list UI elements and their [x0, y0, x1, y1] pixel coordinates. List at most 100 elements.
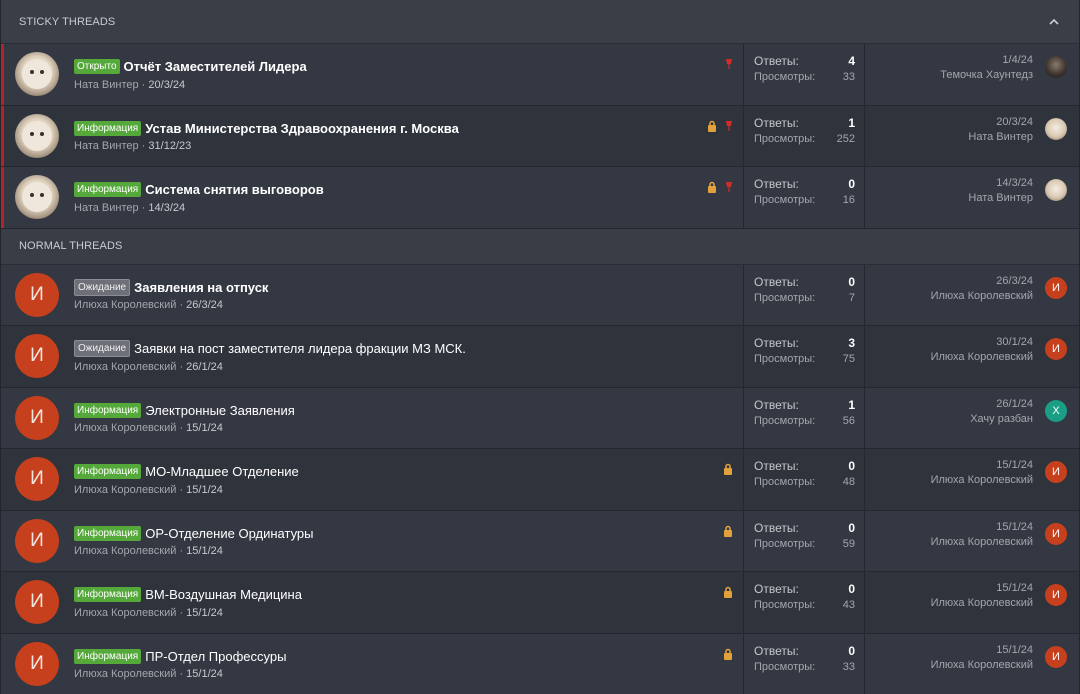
thread-row[interactable]: И Информация ПР-Отдел Профессуры Илюха Коро… [1, 633, 1079, 694]
thread-start-date[interactable]: 15/1/24 [186, 545, 223, 557]
last-poster-avatar[interactable] [1045, 56, 1067, 78]
thread-author-link[interactable]: Илюха Королевский [74, 422, 176, 434]
author-avatar[interactable]: И [15, 334, 59, 379]
thread-start-date[interactable]: 15/1/24 [186, 668, 223, 680]
thread-start-date[interactable]: 20/3/24 [148, 79, 185, 91]
last-poster-avatar[interactable] [1045, 179, 1067, 201]
thread-title-link[interactable]: Заявления на отпуск [134, 280, 268, 295]
thread-start-date[interactable]: 26/1/24 [186, 361, 223, 373]
author-avatar[interactable]: И [15, 395, 59, 440]
thread-main: Информация Система снятия выговоров Ната В… [1, 167, 744, 228]
thread-prefix-label[interactable]: Ожидание [74, 278, 131, 296]
thread-title-link[interactable]: Система снятия выговоров [145, 182, 323, 197]
thread-title-link[interactable]: Электронные Заявления [145, 403, 295, 418]
last-post-date[interactable]: 26/1/24 [970, 397, 1033, 412]
thread-start-date[interactable]: 15/1/24 [186, 607, 223, 619]
thread-row[interactable]: И Ожидание Заявления на отпуск Илюха Короле… [1, 264, 1079, 326]
last-poster-avatar[interactable]: И [1045, 338, 1067, 360]
thread-title-link[interactable]: Отчёт Заместителей Лидера [124, 59, 307, 74]
last-poster-avatar[interactable]: И [1045, 276, 1067, 299]
last-post-user[interactable]: Илюха Королевский [931, 473, 1033, 488]
last-poster-avatar[interactable]: Х [1045, 399, 1067, 422]
last-post-user[interactable]: Илюха Королевский [931, 658, 1033, 673]
chevron-up-icon[interactable] [1047, 15, 1061, 29]
thread-author-link[interactable]: Илюха Королевский [74, 668, 176, 680]
thread-prefix-label[interactable]: Информация [74, 182, 142, 198]
thread-start-date[interactable]: 15/1/24 [186, 422, 223, 434]
thread-row[interactable]: И Информация ОР-Отделение Ординатуры Илюха … [1, 510, 1079, 572]
last-post-user[interactable]: Темочка Хаунтедз [940, 68, 1033, 83]
thread-title-link[interactable]: МО-Младшее Отделение [145, 464, 299, 479]
sticky-thread-list: Открыто Отчёт Заместителей Лидера Ната Вин… [1, 44, 1079, 229]
thread-start-date[interactable]: 26/3/24 [186, 299, 223, 311]
thread-author-link[interactable]: Ната Винтер [74, 79, 139, 91]
thread-prefix-label[interactable]: Ожидание [74, 340, 131, 358]
thread-row[interactable]: Открыто Отчёт Заместителей Лидера Ната Вин… [1, 44, 1079, 106]
thread-title-link[interactable]: ОР-Отделение Ординатуры [145, 526, 313, 541]
thread-prefix-label[interactable]: Информация [74, 525, 142, 541]
thread-row[interactable]: И Информация МО-Младшее Отделение Илюха Кор… [1, 449, 1079, 511]
thread-info: Информация ВМ-Воздушная Медицина Илюха Кор… [74, 586, 302, 619]
last-post-user[interactable]: Хачу разбан [970, 412, 1033, 427]
thread-title-link[interactable]: ВМ-Воздушная Медицина [145, 587, 302, 602]
last-post-user[interactable]: Ната Винтер [968, 130, 1033, 145]
last-post-date[interactable]: 30/1/24 [931, 335, 1033, 350]
sticky-section-header[interactable]: STICKY THREADS [1, 0, 1079, 44]
thread-author-link[interactable]: Илюха Королевский [74, 361, 176, 373]
last-post-user[interactable]: Илюха Королевский [931, 535, 1033, 550]
author-avatar[interactable] [15, 175, 59, 220]
replies-stat: Ответы: 1 [754, 397, 855, 413]
thread-author-link[interactable]: Ната Винтер [74, 202, 139, 214]
thread-start-date[interactable]: 31/12/23 [148, 140, 191, 152]
author-avatar[interactable]: И [15, 641, 59, 686]
last-post-date[interactable]: 15/1/24 [931, 581, 1033, 596]
thread-prefix-label[interactable]: Информация [74, 402, 142, 418]
last-post-date[interactable]: 15/1/24 [931, 458, 1033, 473]
author-avatar[interactable] [15, 113, 59, 158]
last-poster-avatar[interactable]: И [1045, 461, 1067, 483]
last-poster-avatar[interactable]: И [1045, 522, 1067, 545]
last-post-user[interactable]: Ната Винтер [968, 191, 1033, 206]
thread-title-link[interactable]: ПР-Отдел Профессуры [145, 649, 286, 664]
thread-prefix-label[interactable]: Информация [74, 464, 142, 480]
thread-row[interactable]: И Информация ВМ-Воздушная Медицина Илюха Ко… [1, 572, 1079, 634]
last-poster-avatar[interactable]: И [1045, 645, 1067, 668]
last-poster-avatar[interactable]: И [1045, 584, 1067, 606]
thread-row[interactable]: И Информация Электронные Заявления Илюха Ко… [1, 387, 1079, 449]
thread-meta: Ната Винтер · 14/3/24 [74, 202, 324, 214]
last-post-date[interactable]: 15/1/24 [931, 520, 1033, 535]
thread-row[interactable]: Информация Устав Министерства Здравоохран… [1, 105, 1079, 167]
author-avatar[interactable]: И [15, 457, 59, 502]
author-avatar[interactable] [15, 52, 59, 97]
thread-prefix-label[interactable]: Информация [74, 648, 142, 664]
thread-author-link[interactable]: Илюха Королевский [74, 607, 176, 619]
last-post-user[interactable]: Илюха Королевский [931, 289, 1033, 304]
author-avatar[interactable]: И [15, 580, 59, 625]
last-post-date[interactable]: 26/3/24 [931, 274, 1033, 289]
thread-prefix-label[interactable]: Информация [74, 120, 142, 136]
thread-author-link[interactable]: Ната Винтер [74, 140, 139, 152]
last-post-date[interactable]: 14/3/24 [968, 176, 1033, 191]
author-avatar[interactable]: И [15, 272, 59, 317]
last-post-user[interactable]: Илюха Королевский [931, 596, 1033, 611]
thread-prefix-label[interactable]: Информация [74, 587, 142, 603]
last-post-date[interactable]: 15/1/24 [931, 643, 1033, 658]
thread-start-date[interactable]: 14/3/24 [148, 202, 185, 214]
thread-row[interactable]: Информация Система снятия выговоров Ната В… [1, 167, 1079, 229]
thread-author-link[interactable]: Илюха Королевский [74, 484, 176, 496]
thread-title-link[interactable]: Заявки на пост заместителя лидера фракци… [134, 341, 466, 356]
thread-title-link[interactable]: Устав Министерства Здравоохранения г. Мо… [145, 121, 459, 136]
thread-prefix-label[interactable]: Открыто [74, 59, 120, 75]
last-post-date[interactable]: 1/4/24 [940, 53, 1033, 68]
thread-row[interactable]: И Ожидание Заявки на пост заместителя лиде… [1, 326, 1079, 388]
last-post-date[interactable]: 20/3/24 [968, 115, 1033, 130]
replies-stat: Ответы: 0 [754, 581, 855, 597]
thread-start-date[interactable]: 15/1/24 [186, 484, 223, 496]
replies-label: Ответы: [754, 520, 799, 535]
last-poster-avatar[interactable] [1045, 117, 1067, 140]
last-post-user[interactable]: Илюха Королевский [931, 350, 1033, 365]
thread-author-link[interactable]: Илюха Королевский [74, 545, 176, 557]
last-post-info: 15/1/24 Илюха Королевский [931, 520, 1033, 550]
author-avatar[interactable]: И [15, 518, 59, 563]
thread-author-link[interactable]: Илюха Королевский [74, 299, 176, 311]
